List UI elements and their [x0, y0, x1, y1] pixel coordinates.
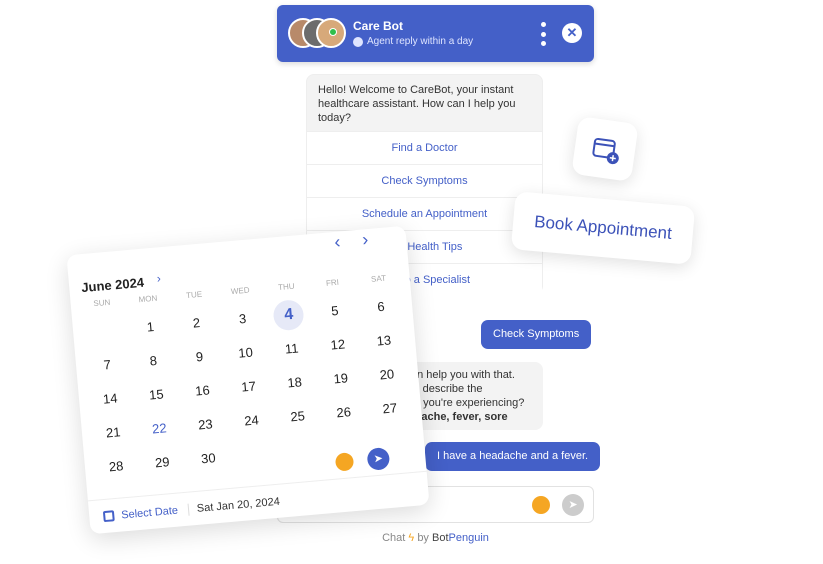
message-text: Hello! Welcome to CareBot, your instant … — [318, 84, 516, 124]
day-cell[interactable]: 2 — [172, 304, 221, 342]
date-picker: June 2024 › ‹ › SUN MON TUE WED THU FRI SAT 1 2 3… — [66, 225, 430, 535]
day-cell[interactable]: 24 — [227, 402, 276, 440]
more-vertical-icon[interactable] — [539, 22, 547, 46]
day-cell[interactable]: 17 — [224, 368, 273, 406]
day-cell[interactable]: 12 — [313, 326, 362, 364]
day-cell[interactable]: 18 — [270, 364, 319, 402]
calendar-grid: SUN MON TUE WED THU FRI SAT 1 2 3 4 5 6 7 8 9 10 11 12 13 14… — [78, 272, 417, 486]
day-cell[interactable]: 22 — [135, 410, 184, 448]
close-button[interactable]: ✕ — [562, 23, 582, 43]
calendar-month: June 2024 — [80, 274, 145, 296]
day-cell[interactable]: 26 — [319, 394, 368, 432]
avatar-group — [288, 18, 348, 48]
calendar-add-icon — [592, 137, 619, 165]
prev-month-button[interactable]: ‹ — [333, 231, 341, 252]
day-cell[interactable]: 10 — [221, 334, 270, 372]
next-month-button[interactable]: › — [361, 229, 369, 250]
day-cell[interactable]: 9 — [175, 338, 224, 376]
day-cell[interactable]: 3 — [218, 300, 267, 338]
option-check-symptoms[interactable]: Check Symptoms — [307, 164, 542, 197]
day-cell[interactable]: 13 — [359, 322, 408, 360]
calendar-add-tile — [571, 116, 639, 182]
day-cell[interactable]: 19 — [316, 360, 365, 398]
chat-header: Care Bot Agent reply within a day ✕ — [277, 5, 594, 62]
branding: Chat ϟ by BotPenguin — [382, 532, 489, 544]
bot-title: Care Bot — [353, 19, 404, 33]
online-indicator — [329, 28, 337, 36]
reply-time: Agent reply within a day — [367, 36, 474, 47]
day-cell[interactable]: 30 — [184, 440, 233, 478]
day-cell[interactable]: 5 — [310, 292, 359, 330]
day-cell[interactable]: 14 — [86, 380, 135, 418]
day-cell[interactable]: 29 — [138, 444, 187, 482]
select-date-button[interactable]: Select Date — [88, 503, 190, 524]
user-message: I have a headache and a fever. — [425, 442, 601, 471]
day-cell[interactable]: 27 — [365, 390, 414, 428]
emoji-icon[interactable] — [532, 496, 550, 514]
day-cell[interactable]: 6 — [356, 288, 405, 326]
emoji-icon[interactable] — [334, 452, 355, 472]
user-message: Check Symptoms — [481, 320, 592, 349]
day-today[interactable]: 4 — [264, 296, 313, 334]
bolt-icon: ϟ — [408, 532, 415, 544]
day-cell[interactable]: 25 — [273, 398, 322, 436]
send-button[interactable]: ➤ — [562, 494, 584, 516]
day-cell[interactable]: 21 — [89, 414, 138, 452]
clock-icon — [353, 36, 363, 47]
calendar-icon — [102, 510, 115, 523]
day-cell[interactable]: 23 — [181, 406, 230, 444]
day-cell[interactable]: 16 — [178, 372, 227, 410]
day-cell[interactable]: 7 — [83, 346, 132, 384]
day-cell[interactable]: 11 — [267, 330, 316, 368]
chevron-right-icon[interactable]: › — [156, 271, 161, 285]
day-cell[interactable]: 15 — [132, 376, 181, 414]
option-find-doctor[interactable]: Find a Doctor — [307, 131, 542, 164]
day-cell[interactable]: 1 — [126, 308, 175, 346]
selected-date-value: Sat Jan 20, 2024 — [196, 495, 281, 515]
day-cell[interactable]: 28 — [92, 448, 141, 486]
option-schedule[interactable]: Schedule an Appointment — [307, 197, 542, 230]
day-cell[interactable]: 8 — [129, 342, 178, 380]
day-cell[interactable]: 20 — [362, 356, 411, 394]
